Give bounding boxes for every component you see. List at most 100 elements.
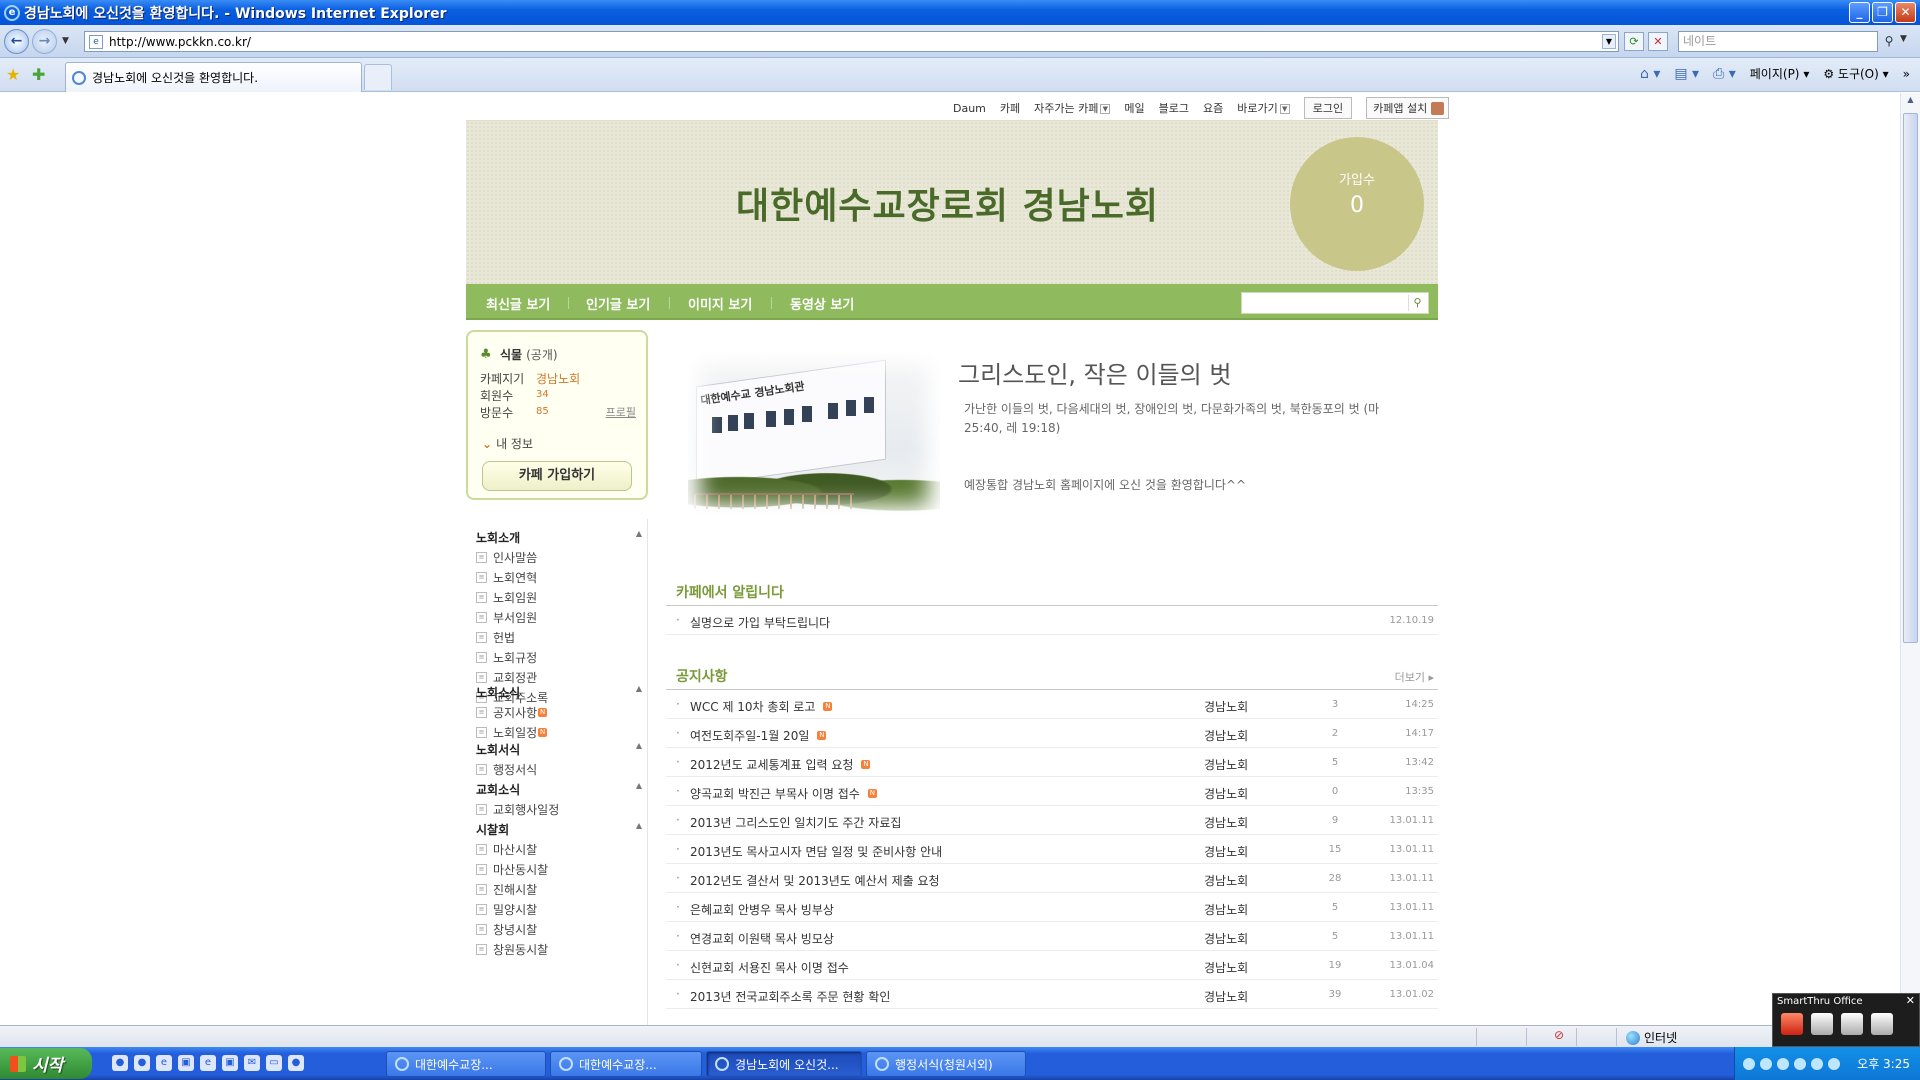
home-icon[interactable]: ⌂ ▾ <box>1640 66 1660 82</box>
sidebar-menu-item[interactable]: ≡ 마산시찰 <box>476 839 642 859</box>
sidebar-menu-item[interactable]: ≡ 마산동시찰 <box>476 859 642 879</box>
post-author[interactable]: 경남노회 <box>1204 785 1248 802</box>
sidebar-menu-item[interactable]: ≡ 헌법 <box>476 627 642 647</box>
video-posts-link[interactable]: 동영상 보기 <box>790 294 854 313</box>
menu-group-title[interactable]: 노회소개 ▲ <box>476 529 642 547</box>
scroll-up-icon[interactable]: ▲ <box>1904 95 1917 109</box>
sidebar-menu-item[interactable]: ≡ 공지사항 N <box>476 702 642 722</box>
post-author[interactable]: 경남노회 <box>1204 698 1248 715</box>
table-row[interactable]: · 2013년 그리스도인 일치기도 주간 자료집 경남노회 9 13.01.11 <box>666 806 1438 835</box>
refresh-button[interactable]: ⟳ <box>1624 32 1644 51</box>
board-title[interactable]: 공지사항 <box>676 666 728 686</box>
search-icon[interactable]: ⚲ <box>1880 32 1898 51</box>
add-favorites-icon[interactable]: ✚ <box>32 65 45 84</box>
table-row[interactable]: · 2012년도 결산서 및 2013년도 예산서 제출 요청 경남노회 28 13.0… <box>666 864 1438 893</box>
post-author[interactable]: 경남노회 <box>1204 727 1248 744</box>
table-row[interactable]: · 연경교회 이원택 목사 빙모상 경남노회 5 13.01.11 <box>666 922 1438 951</box>
post-subject[interactable]: 연경교회 이원택 목사 빙모상 <box>690 930 834 947</box>
security-zone[interactable]: 인터넷 <box>1626 1029 1677 1046</box>
close-button[interactable]: ✕ <box>1895 2 1916 23</box>
page-menu[interactable]: 페이지(P) ▾ <box>1750 65 1810 82</box>
post-author[interactable]: 경남노회 <box>1204 988 1248 1005</box>
app-icon[interactable]: ▣ <box>222 1055 238 1071</box>
stop-button[interactable]: ✕ <box>1648 32 1668 51</box>
post-subject[interactable]: 2013년 그리스도인 일치기도 주간 자료집 <box>690 814 901 831</box>
sidebar-menu-item[interactable]: ≡ 인사말씀 <box>476 547 642 567</box>
my-info-toggle[interactable]: ⌄ 내 정보 <box>482 435 533 452</box>
menu-group-title[interactable]: 노회서식 ▲ <box>476 741 642 759</box>
collapse-caret-icon[interactable]: ▲ <box>636 781 642 790</box>
toolbar-overflow-icon[interactable]: » <box>1903 67 1910 81</box>
more-link[interactable]: 더보기 ▸ <box>1395 669 1434 685</box>
new-tab-button[interactable] <box>364 64 392 90</box>
sidebar-menu-item[interactable]: ≡ 밀양시찰 <box>476 899 642 919</box>
address-dropdown-icon[interactable]: ▼ <box>1602 34 1616 49</box>
table-row[interactable]: · 여전도회주일-1월 20일 N 경남노회 2 14:17 <box>666 719 1438 748</box>
printer-icon[interactable] <box>1841 1013 1863 1035</box>
folder-icon[interactable]: ▭ <box>266 1055 282 1071</box>
sidebar-menu-item[interactable]: ≡ 부서임원 <box>476 607 642 627</box>
app-icon[interactable]: ▣ <box>178 1055 194 1071</box>
search-input[interactable]: 네이트 <box>1678 31 1878 52</box>
scrollbar-thumb[interactable] <box>1903 113 1918 643</box>
search-options-dropdown-icon[interactable]: ▼ <box>1900 34 1907 44</box>
profile-link[interactable]: 프로필 <box>606 404 636 420</box>
feeds-icon[interactable]: ▤ ▾ <box>1674 66 1699 82</box>
taskbar-task-button[interactable]: 행정서식(청원서외) <box>866 1051 1026 1077</box>
post-subject[interactable]: 신현교회 서용진 목사 이명 접수 <box>690 959 849 976</box>
table-row[interactable]: · 실명으로 가입 부탁드립니다 12.10.19 <box>666 606 1438 635</box>
sidebar-menu-item[interactable]: ≡ 행정서식 <box>476 759 642 779</box>
yozm-link[interactable]: 요즘 <box>1203 100 1223 116</box>
post-author[interactable]: 경남노회 <box>1204 814 1248 831</box>
sidebar-menu-item[interactable]: ≡ 노회임원 <box>476 587 642 607</box>
menu-group-title[interactable]: 시찰회 ▲ <box>476 821 642 839</box>
collapse-caret-icon[interactable]: ▲ <box>636 821 642 830</box>
table-row[interactable]: · 은혜교회 안병우 목사 빙부상 경남노회 5 13.01.11 <box>666 893 1438 922</box>
cafe-search-input[interactable]: ⚲ <box>1241 292 1429 314</box>
post-subject[interactable]: 2012년도 결산서 및 2013년도 예산서 제출 요청 <box>690 872 940 889</box>
post-subject[interactable]: 2013년도 목사고시자 면담 일정 및 준비사항 안내 <box>690 843 942 860</box>
post-subject[interactable]: 여전도회주일-1월 20일 N <box>690 727 827 744</box>
menu-group-title[interactable]: 교회소식 ▲ <box>476 781 642 799</box>
table-row[interactable]: · WCC 제 10차 총회 로고 N 경남노회 3 14:25 <box>666 690 1438 719</box>
close-icon[interactable]: ✕ <box>1906 994 1915 1007</box>
post-subject[interactable]: 실명으로 가입 부탁드립니다 <box>690 614 830 631</box>
sidebar-menu-item[interactable]: ≡ 진해시찰 <box>476 879 642 899</box>
start-button[interactable]: 시작 <box>0 1048 92 1079</box>
collapse-caret-icon[interactable]: ▲ <box>636 529 642 538</box>
table-row[interactable]: · 2013년 전국교회주소록 주문 현황 확인 경남노회 39 13.01.02 <box>666 980 1438 1009</box>
menu-group-title[interactable]: 노회소식 ▲ <box>476 684 642 702</box>
tray-icon[interactable] <box>1777 1057 1789 1070</box>
collapse-caret-icon[interactable]: ▲ <box>636 741 642 750</box>
post-author[interactable]: 경남노회 <box>1204 756 1248 773</box>
collapse-caret-icon[interactable]: ▲ <box>636 684 642 693</box>
tools-menu[interactable]: ⚙ 도구(O) ▾ <box>1823 65 1888 82</box>
ie-icon[interactable]: e <box>200 1055 216 1071</box>
post-author[interactable]: 경남노회 <box>1204 959 1248 976</box>
tray-icon[interactable] <box>1743 1057 1755 1070</box>
post-author[interactable]: 경남노회 <box>1204 843 1248 860</box>
table-row[interactable]: · 양곡교회 박진근 부목사 이명 접수 N 경남노회 0 13:35 <box>666 777 1438 806</box>
daum-link[interactable]: Daum <box>953 102 986 115</box>
manager-value[interactable]: 경남노회 <box>536 370 580 387</box>
firefox-icon[interactable]: ● <box>112 1055 128 1071</box>
post-subject[interactable]: 2013년 전국교회주소록 주문 현황 확인 <box>690 988 890 1005</box>
address-field[interactable]: e http://www.pckkn.co.kr/ ▼ <box>84 31 1619 52</box>
vertical-scrollbar[interactable]: ▲ ▼ <box>1900 93 1920 1025</box>
latest-posts-link[interactable]: 최신글 보기 <box>486 294 550 313</box>
ie-icon[interactable]: e <box>156 1055 172 1071</box>
shortcut-menu[interactable]: 바로가기 ▼ <box>1237 100 1290 116</box>
post-subject[interactable]: 양곡교회 박진근 부목사 이명 접수 N <box>690 785 877 802</box>
frequent-cafe-menu[interactable]: 자주가는 카페 ▼ <box>1034 100 1111 116</box>
sidebar-menu-item[interactable]: ≡ 교회행사일정 <box>476 799 642 819</box>
login-button[interactable]: 로그인 <box>1303 97 1353 119</box>
table-row[interactable]: · 2013년도 목사고시자 면담 일정 및 준비사항 안내 경남노회 15 13.01… <box>666 835 1438 864</box>
smartthru-app-icon[interactable] <box>1781 1013 1803 1035</box>
taskbar-task-button[interactable]: 대한예수교장... <box>386 1051 546 1077</box>
tray-icon[interactable] <box>1811 1057 1823 1070</box>
minimize-button[interactable]: _ <box>1849 2 1870 23</box>
forward-button[interactable]: → <box>32 29 57 54</box>
sidebar-menu-item[interactable]: ≡ 노회규정 <box>476 647 642 667</box>
popular-posts-link[interactable]: 인기글 보기 <box>586 294 650 313</box>
popup-blocked-icon[interactable]: ⊘ <box>1554 1028 1564 1042</box>
